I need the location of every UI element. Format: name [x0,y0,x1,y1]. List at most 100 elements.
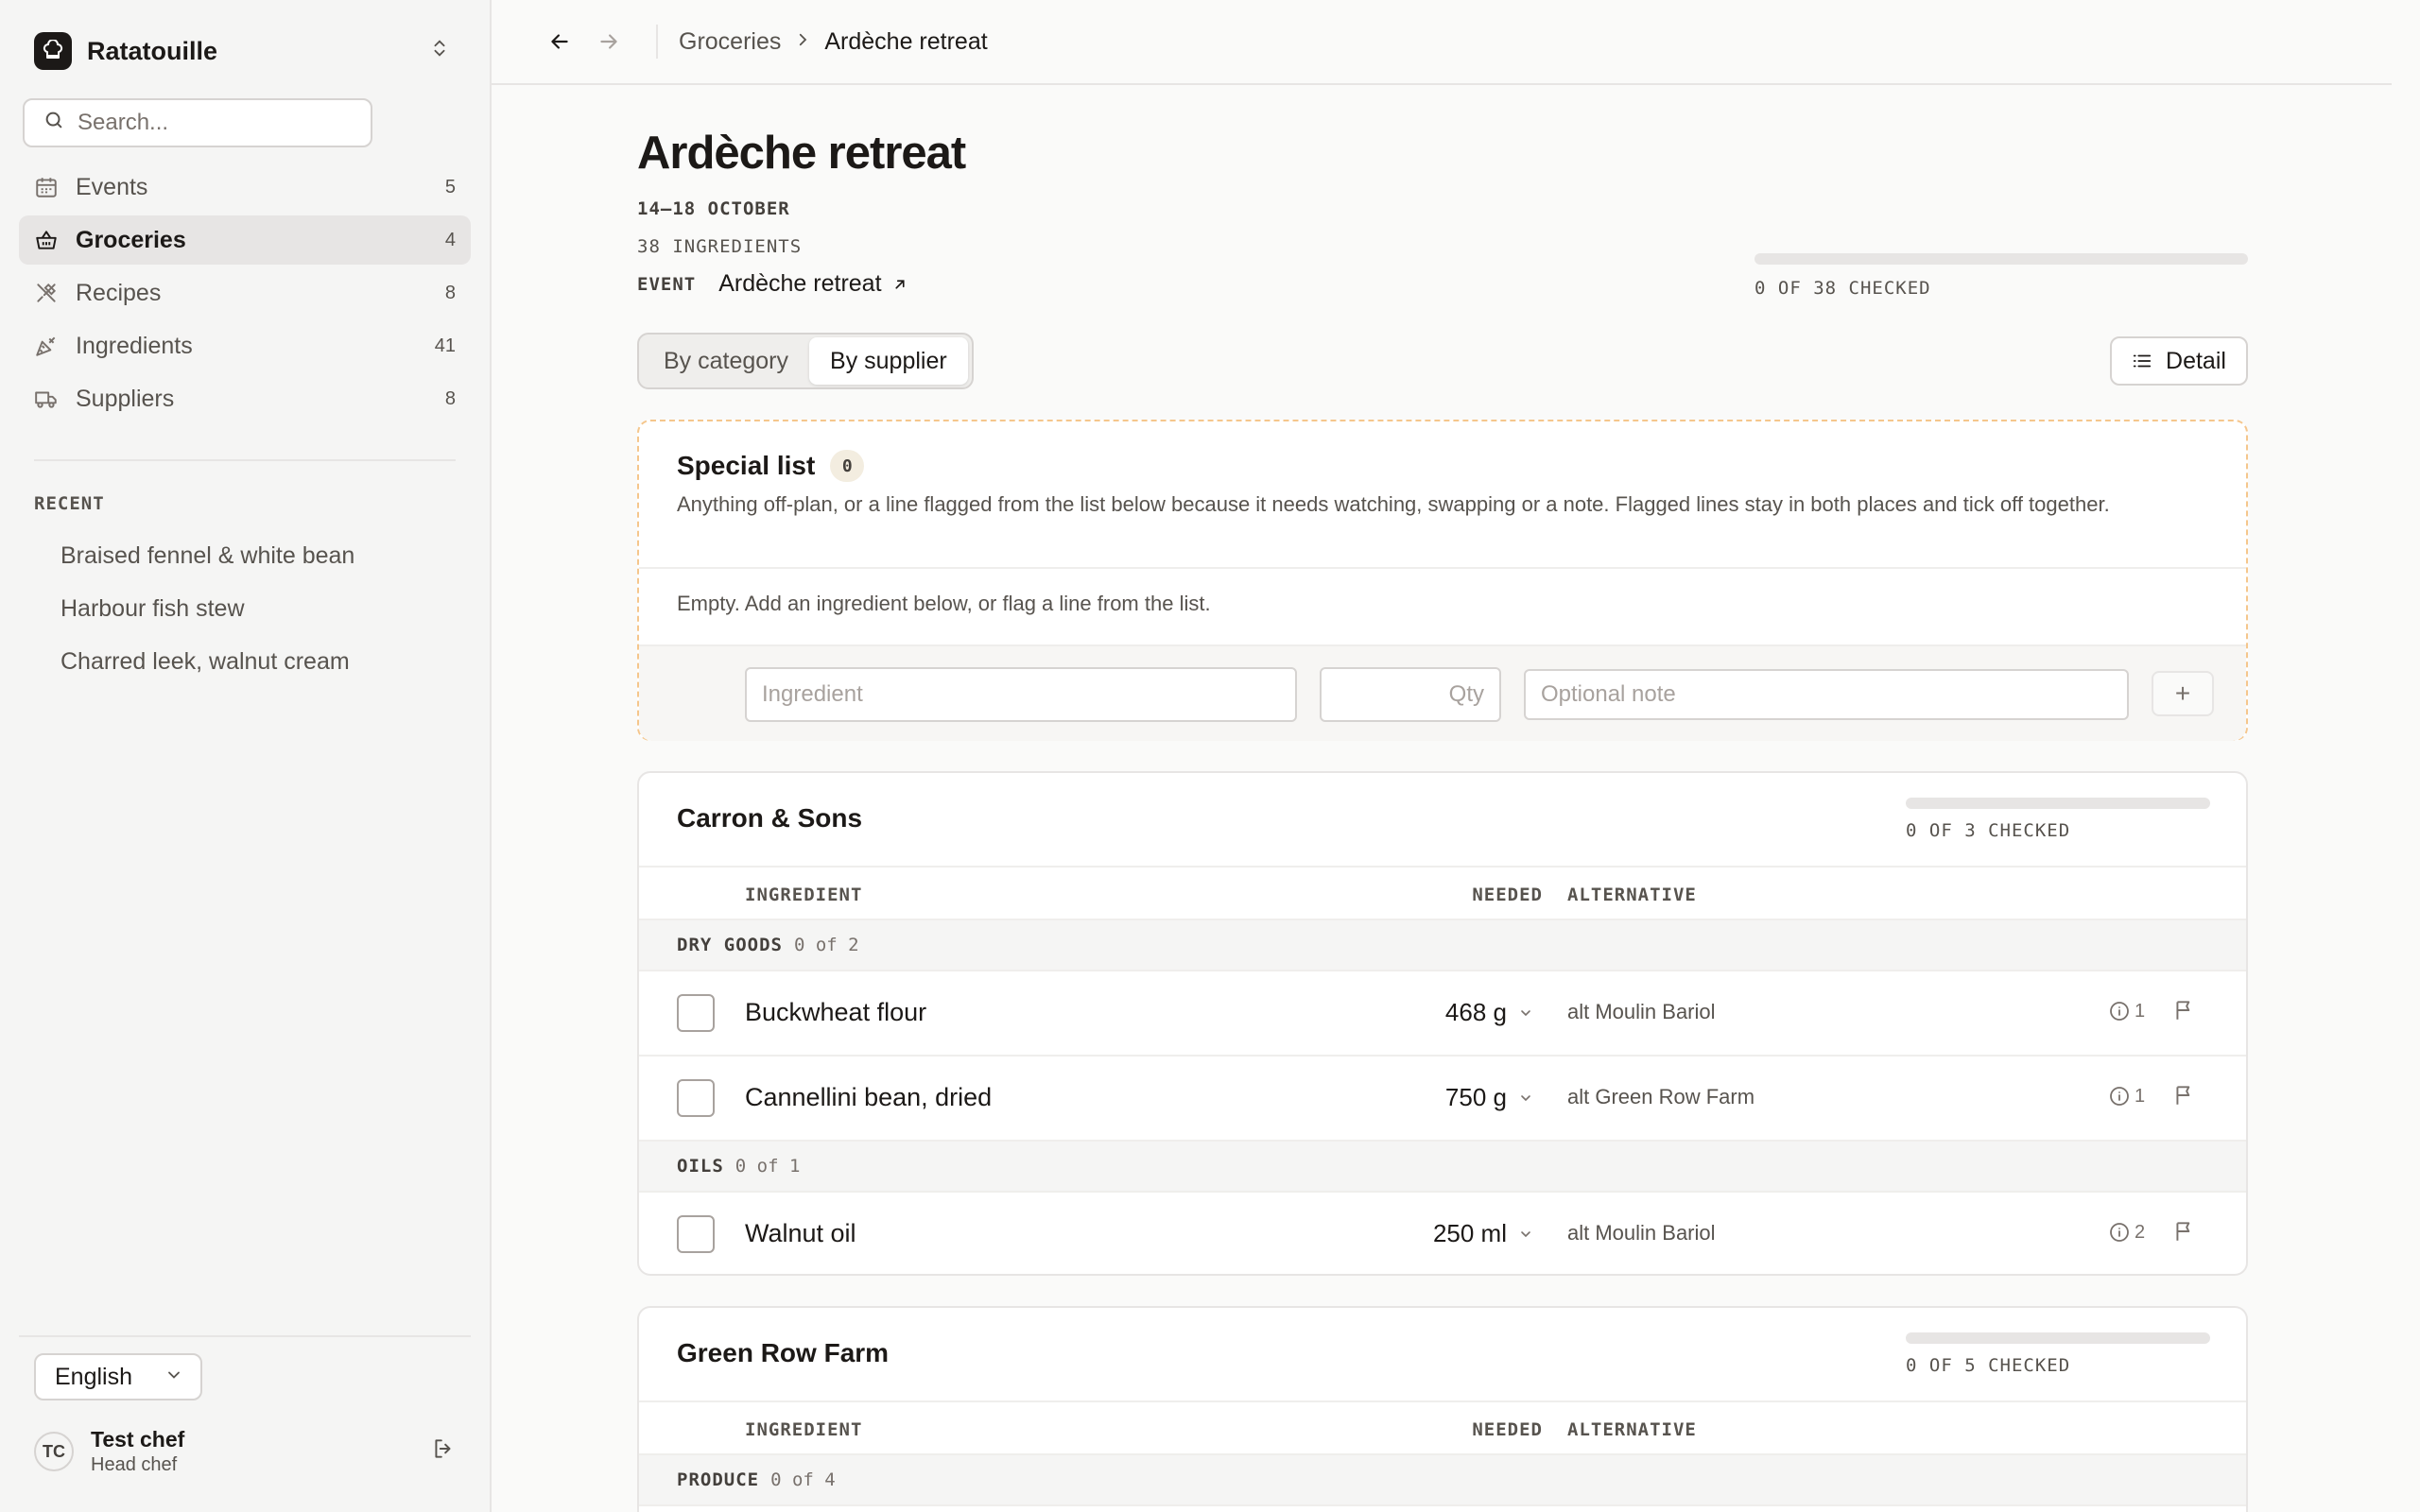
group-name: PRODUCE [677,1469,760,1490]
overall-progress-bar [1754,253,2248,265]
alternative-supplier: alt Moulin Bariol [1567,1000,1716,1023]
table-row: Cannellini bean, dried 750 g alt Green R… [639,1057,2246,1142]
info-count: 2 [2135,1221,2146,1243]
flag-icon[interactable] [2172,1083,2197,1114]
detail-button[interactable]: Detail [2110,336,2248,386]
chevron-down-icon [1521,1094,1530,1101]
search-icon [43,110,64,137]
alternative-supplier: alt Moulin Bariol [1567,1221,1716,1245]
sidebar-item-count: 4 [444,229,456,250]
tab-by-supplier[interactable]: By supplier [809,337,968,385]
column-alternative: ALTERNATIVE [1567,1419,1697,1440]
group-header: OILS 0 of 1 [639,1142,2246,1193]
sidebar-item-suppliers[interactable]: Suppliers 8 [19,374,471,423]
row-checkbox[interactable] [677,1079,715,1117]
info-icon [2110,1002,2129,1021]
info-button[interactable]: 1 [2108,1085,2145,1108]
event-dates: 14–18 OCTOBER [637,198,790,219]
forward-arrow-icon[interactable] [590,23,628,60]
row-checkbox[interactable] [677,994,715,1032]
user-role: Head chef [91,1454,178,1475]
back-arrow-icon[interactable] [541,23,579,60]
note-input[interactable] [1524,669,2129,720]
table-row: Walnut oil 250 ml alt Moulin Bariol 2 [639,1193,2246,1274]
group-name: DRY GOODS [677,935,783,955]
group-count: 0 of 1 [735,1156,801,1177]
search-box [23,98,372,147]
supplier-name: Carron & Sons [677,803,863,833]
group-name: OILS [677,1156,724,1177]
qty-dropdown[interactable]: 750 g [1445,1083,1533,1112]
chef-hat-logo-icon [34,32,72,70]
sidebar-item-events[interactable]: Events 5 [19,163,471,212]
ingredient-name: Cannellini bean, dried [745,1083,993,1111]
overall-progress-label: 0 OF 38 CHECKED [1754,278,1931,299]
sidebar-item-count: 8 [444,282,456,303]
qty-dropdown[interactable]: 250 ml [1433,1219,1533,1248]
language-value: English [55,1363,132,1390]
tab-by-category[interactable]: By category [643,337,809,385]
main-nav: Events 5 Groceries 4 Recipes 8 Ingredien… [19,163,471,427]
alternative-supplier: alt Green Row Farm [1567,1085,1755,1108]
column-needed: NEEDED [1472,885,1543,905]
app-name: Ratatouille [87,36,218,65]
special-list-description: Anything off-plan, or a line flagged fro… [677,492,2110,516]
column-ingredient: INGREDIENT [745,1419,863,1440]
ingredient-name: Walnut oil [745,1219,856,1247]
workspace-switcher[interactable]: Ratatouille [34,32,450,70]
recent-item[interactable]: Braised fennel & white bean [60,529,354,582]
recent-item[interactable]: Harbour fish stew [60,582,354,635]
special-list: Special list 0 Anything off-plan, or a l… [637,420,2248,741]
ingredient-name: Buckwheat flour [745,998,927,1026]
ingredient-input[interactable] [745,667,1297,722]
sidebar-item-label: Groceries [76,226,186,253]
add-button[interactable]: + [2152,671,2214,716]
supplier-card: Green Row Farm 0 OF 5 CHECKED INGREDIENT… [637,1306,2248,1512]
qty-dropdown[interactable]: 468 g [1445,998,1533,1027]
language-select[interactable]: English [34,1353,202,1400]
logout-icon[interactable] [431,1436,456,1468]
sidebar-item-groceries[interactable]: Groceries 4 [19,215,471,265]
column-ingredient: INGREDIENT [745,885,863,905]
divider [639,567,2246,569]
chevron-right-icon [794,28,811,55]
info-icon [2110,1223,2129,1242]
row-checkbox[interactable] [677,1215,715,1253]
sidebar-item-count: 8 [444,387,456,409]
flag-icon[interactable] [2172,998,2197,1029]
external-arrow-icon [894,279,905,289]
sidebar-item-label: Ingredients [76,332,193,359]
event-label: EVENT [637,273,697,295]
event-link[interactable]: Ardèche retreat [718,270,908,298]
qty-input[interactable] [1320,667,1501,722]
ingredient-count: 38 INGREDIENTS [637,236,803,257]
info-count: 1 [2135,1000,2146,1022]
group-header: DRY GOODS 0 of 2 [639,920,2246,971]
group-count: 0 of 4 [770,1469,836,1490]
topbar: Groceries Ardèche retreat [492,0,2392,85]
special-list-title: Special list [677,451,816,480]
basket-icon [32,226,60,254]
info-button[interactable]: 2 [2108,1221,2145,1244]
column-needed: NEEDED [1472,1419,1543,1440]
sidebar-item-label: Suppliers [76,385,175,412]
table-header: INGREDIENT NEEDED ALTERNATIVE [639,868,2246,920]
sidebar-item-recipes[interactable]: Recipes 8 [19,268,471,318]
sidebar-item-ingredients[interactable]: Ingredients 41 [19,321,471,370]
supplier-progress-label: 0 OF 3 CHECKED [1906,820,2071,841]
sidebar: Ratatouille Events 5 Groceries 4 Recipes… [0,0,492,1512]
detail-button-label: Detail [2166,347,2226,374]
sidebar-divider [34,459,456,461]
breadcrumb-parent[interactable]: Groceries [679,28,781,56]
qty-value: 750 g [1444,1083,1507,1111]
search-input[interactable] [78,110,352,136]
topbar-divider [656,25,658,59]
supplier-card: Carron & Sons 0 OF 3 CHECKED INGREDIENT … [637,771,2248,1276]
qty-value: 250 ml [1432,1219,1507,1247]
info-button[interactable]: 1 [2108,1000,2145,1022]
recent-item[interactable]: Charred leek, walnut cream [60,635,354,688]
supplier-progress-bar [1906,798,2210,809]
special-list-count: 0 [830,450,865,482]
event-meta: EVENT Ardèche retreat [637,270,908,298]
flag-icon[interactable] [2172,1219,2197,1250]
